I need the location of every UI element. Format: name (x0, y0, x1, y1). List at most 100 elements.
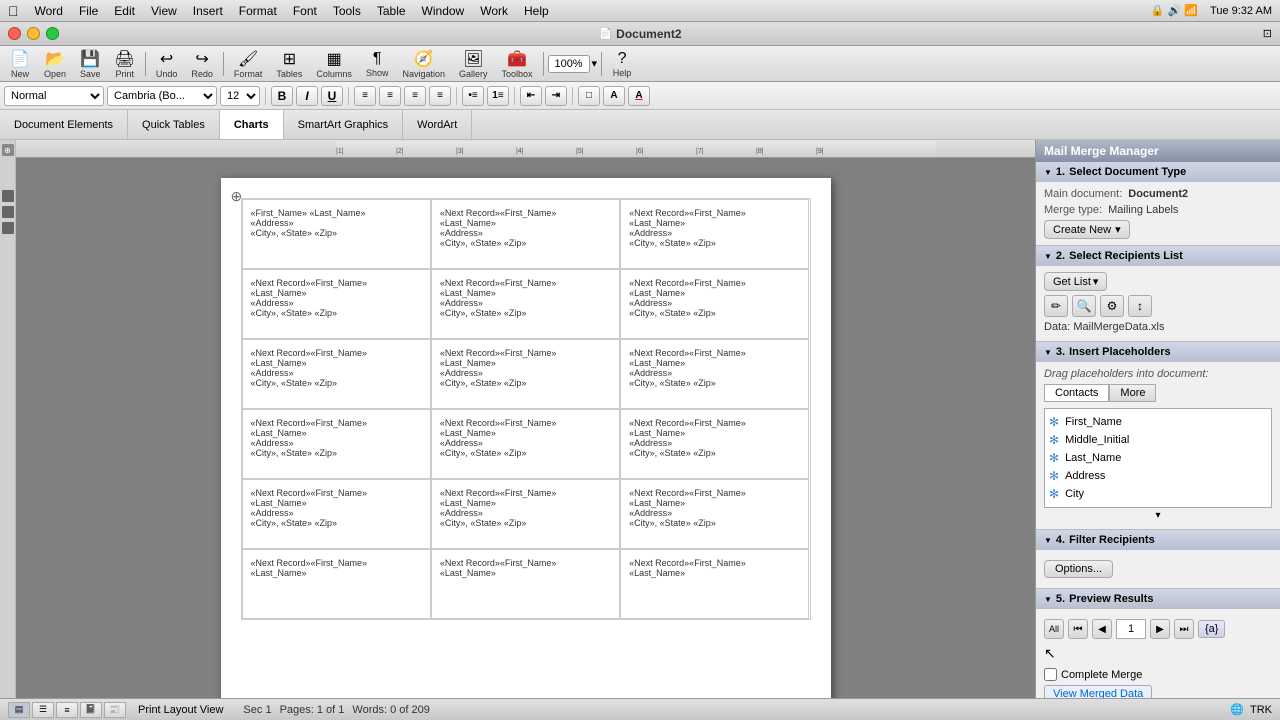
placeholder-first-name[interactable]: ✻ First_Name (1049, 413, 1267, 431)
align-right-button[interactable]: ≡ (404, 86, 426, 106)
format-paint-button[interactable]: 🖌 Format (228, 47, 269, 81)
label-cell-1-3[interactable]: «Next Record»«First_Name» «Last_Name» «A… (620, 199, 809, 269)
close-button[interactable] (8, 27, 21, 40)
tab-charts[interactable]: Charts (220, 110, 284, 139)
placeholder-city[interactable]: ✻ City (1049, 485, 1267, 503)
document-scroll[interactable]: ⊕ «First_Name» «Last_Name» «Address» «Ci… (16, 158, 1035, 698)
redo-button[interactable]: ↪ Redo (185, 47, 219, 81)
filter-recipients-button[interactable]: 🔍 (1072, 295, 1096, 317)
label-cell-1-2[interactable]: «Next Record»«First_Name» «Last_Name» «A… (431, 199, 620, 269)
numbered-list-button[interactable]: 1≡ (487, 86, 509, 106)
label-cell-4-2[interactable]: «Next Record»«First_Name» «Last_Name» «A… (431, 409, 620, 479)
create-new-button[interactable]: Create New ▾ (1044, 220, 1130, 239)
tables-button[interactable]: ⊞ Tables (270, 47, 308, 81)
menu-font[interactable]: Font (293, 4, 317, 18)
tab-smartart[interactable]: SmartArt Graphics (284, 110, 403, 139)
zoom-input[interactable] (548, 55, 590, 73)
complete-merge-checkbox[interactable] (1044, 668, 1057, 681)
section-4-header[interactable]: ▼ 4. Filter Recipients (1036, 530, 1280, 550)
menu-format[interactable]: Format (239, 4, 277, 18)
label-cell-2-3[interactable]: «Next Record»«First_Name» «Last_Name» «A… (620, 269, 809, 339)
tab-quick-tables[interactable]: Quick Tables (128, 110, 220, 139)
label-cell-5-1[interactable]: «Next Record»«First_Name» «Last_Name» «A… (242, 479, 431, 549)
preview-page-input[interactable] (1116, 619, 1146, 639)
edit-recipients-button[interactable]: ✏ (1044, 295, 1068, 317)
recipients-sort-button[interactable]: ↕ (1128, 295, 1152, 317)
new-button[interactable]: 📄 New (4, 47, 36, 81)
menu-window[interactable]: Window (422, 4, 465, 18)
placeholder-middle-initial[interactable]: ✻ Middle_Initial (1049, 431, 1267, 449)
align-left-button[interactable]: ≡ (354, 86, 376, 106)
preview-last-button[interactable]: ⏭ (1174, 619, 1194, 639)
increase-indent-button[interactable]: ⇥ (545, 86, 567, 106)
recipients-options-button[interactable]: ⚙ (1100, 295, 1124, 317)
preview-abc-button[interactable]: {a} (1198, 620, 1225, 638)
menu-file[interactable]: File (79, 4, 98, 18)
menu-word[interactable]: Word (35, 4, 63, 18)
label-cell-6-1[interactable]: «Next Record»«First_Name» «Last_Name» (242, 549, 431, 619)
highlight-button[interactable]: A (603, 86, 625, 106)
section-3-header[interactable]: ▼ 3. Insert Placeholders (1036, 342, 1280, 362)
print-layout-label[interactable]: Print Layout View (138, 704, 223, 716)
open-button[interactable]: 📂 Open (38, 47, 72, 81)
show-button[interactable]: ¶ Show (360, 48, 395, 80)
more-tab[interactable]: More (1109, 384, 1156, 402)
titlebar-zoom-btn[interactable]: ⊡ (1263, 27, 1272, 40)
label-cell-3-2[interactable]: «Next Record»«First_Name» «Last_Name» «A… (431, 339, 620, 409)
menu-insert[interactable]: Insert (193, 4, 223, 18)
contacts-tab[interactable]: Contacts (1044, 384, 1109, 402)
tab-document-elements[interactable]: Document Elements (0, 110, 128, 139)
minimize-button[interactable] (27, 27, 40, 40)
bullet-list-button[interactable]: •≡ (462, 86, 484, 106)
preview-first-button[interactable]: ⏮ (1068, 619, 1088, 639)
underline-button[interactable]: U (321, 86, 343, 106)
draft-view-button[interactable]: ≡ (56, 702, 78, 718)
preview-all-button[interactable]: All (1044, 619, 1064, 639)
view-merged-button[interactable]: View Merged Data (1044, 685, 1152, 698)
zoom-dropdown-icon[interactable]: ▾ (592, 57, 598, 70)
label-cell-1-1[interactable]: «First_Name» «Last_Name» «Address» «City… (242, 199, 431, 269)
label-cell-6-3[interactable]: «Next Record»«First_Name» «Last_Name» (620, 549, 809, 619)
notebook-view-button[interactable]: 📓 (80, 702, 102, 718)
placeholder-last-name[interactable]: ✻ Last_Name (1049, 449, 1267, 467)
menu-tools[interactable]: Tools (333, 4, 361, 18)
preview-prev-button[interactable]: ◀ (1092, 619, 1112, 639)
publishing-view-button[interactable]: 📰 (104, 702, 126, 718)
apple-menu[interactable]:  (8, 3, 19, 19)
bold-button[interactable]: B (271, 86, 293, 106)
save-button[interactable]: 💾 Save (74, 47, 107, 81)
label-cell-6-2[interactable]: «Next Record»«First_Name» «Last_Name» (431, 549, 620, 619)
style-select[interactable]: Normal (4, 86, 104, 106)
columns-button[interactable]: ▦ Columns (310, 47, 358, 81)
label-cell-2-2[interactable]: «Next Record»«First_Name» «Last_Name» «A… (431, 269, 620, 339)
menu-table[interactable]: Table (377, 4, 406, 18)
menu-edit[interactable]: Edit (114, 4, 135, 18)
undo-button[interactable]: ↩ Undo (150, 47, 184, 81)
label-cell-3-1[interactable]: «Next Record»«First_Name» «Last_Name» «A… (242, 339, 431, 409)
label-cell-3-3[interactable]: «Next Record»«First_Name» «Last_Name» «A… (620, 339, 809, 409)
gallery-button[interactable]: 🖼 Gallery (453, 47, 494, 81)
outline-view-button[interactable]: ☰ (32, 702, 54, 718)
preview-next-button[interactable]: ▶ (1150, 619, 1170, 639)
menu-help[interactable]: Help (524, 4, 549, 18)
italic-button[interactable]: I (296, 86, 318, 106)
options-button[interactable]: Options... (1044, 560, 1113, 578)
border-button[interactable]: □ (578, 86, 600, 106)
toolbox-button[interactable]: 🧰 Toolbox (496, 47, 539, 81)
font-color-button[interactable]: A (628, 86, 650, 106)
section-1-header[interactable]: ▼ 1. Select Document Type (1036, 162, 1280, 182)
font-select[interactable]: Cambria (Bo... (107, 86, 217, 106)
label-cell-4-1[interactable]: «Next Record»«First_Name» «Last_Name» «A… (242, 409, 431, 479)
label-cell-2-1[interactable]: «Next Record»«First_Name» «Last_Name» «A… (242, 269, 431, 339)
align-center-button[interactable]: ≡ (379, 86, 401, 106)
menu-work[interactable]: Work (480, 4, 508, 18)
print-button[interactable]: 🖨 Print (109, 47, 141, 81)
align-justify-button[interactable]: ≡ (429, 86, 451, 106)
navigation-button[interactable]: 🧭 Navigation (396, 47, 451, 81)
print-layout-button[interactable]: ▤ (8, 702, 30, 718)
size-select[interactable]: 12 (220, 86, 260, 106)
section-5-header[interactable]: ▼ 5. Preview Results (1036, 589, 1280, 609)
section-2-header[interactable]: ▼ 2. Select Recipients List (1036, 246, 1280, 266)
menu-view[interactable]: View (151, 4, 177, 18)
label-cell-5-3[interactable]: «Next Record»«First_Name» «Last_Name» «A… (620, 479, 809, 549)
